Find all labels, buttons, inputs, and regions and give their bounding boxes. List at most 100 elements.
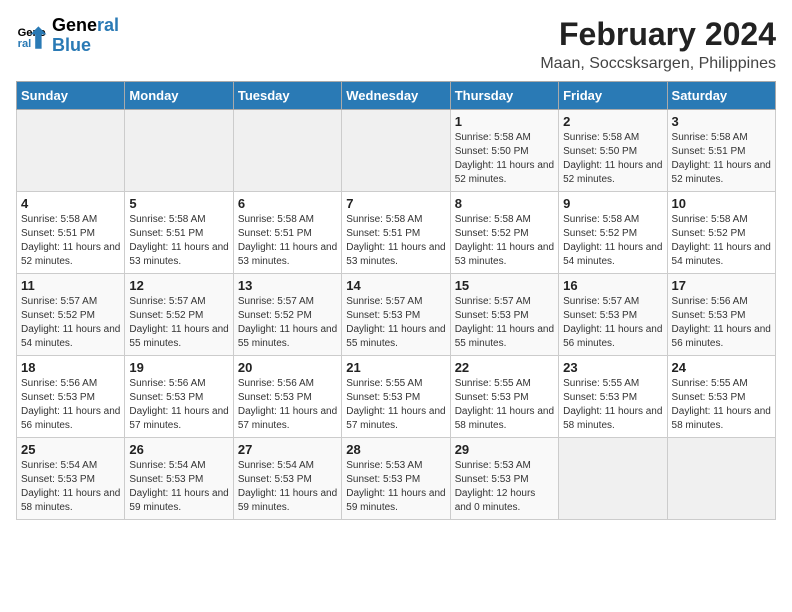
day-detail: Sunrise: 5:56 AMSunset: 5:53 PMDaylight:… [238, 377, 337, 433]
day-cell: 19Sunrise: 5:56 AMSunset: 5:53 PMDayligh… [125, 356, 233, 438]
day-cell: 5 Sunrise: 5:58 AMSunset: 5:51 PMDaylight… [125, 192, 233, 274]
svg-text:ral: ral [18, 38, 32, 50]
header-monday: Monday [125, 82, 233, 110]
day-cell: 26Sunrise: 5:54 AMSunset: 5:53 PMDayligh… [125, 438, 233, 520]
day-cell [17, 110, 125, 192]
day-detail: Sunrise: 5:55 AMSunset: 5:53 PMDaylight:… [346, 377, 445, 433]
day-detail: Sunrise: 5:54 AMSunset: 5:53 PMDaylight:… [238, 459, 337, 515]
day-detail: Sunrise: 5:57 AMSunset: 5:52 PMDaylight:… [21, 295, 120, 351]
day-detail: Sunrise: 5:53 AMSunset: 5:53 PMDaylight:… [346, 459, 445, 515]
day-number: 5 [129, 196, 228, 211]
day-number: 19 [129, 360, 228, 375]
day-number: 4 [21, 196, 120, 211]
day-cell [342, 110, 450, 192]
header-row: SundayMondayTuesdayWednesdayThursdayFrid… [17, 82, 776, 110]
day-cell: 13 Sunrise: 5:57 AMSunset: 5:52 PMDayligh… [233, 274, 341, 356]
week-row-5: 25 Sunrise: 5:54 AMSunset: 5:53 PMDayligh… [17, 438, 776, 520]
week-row-3: 11 Sunrise: 5:57 AMSunset: 5:52 PMDayligh… [17, 274, 776, 356]
day-cell: 23Sunrise: 5:55 AMSunset: 5:53 PMDayligh… [559, 356, 667, 438]
day-number: 13 [238, 278, 337, 293]
day-detail: Sunrise: 5:57 AMSunset: 5:53 PMDaylight:… [455, 295, 554, 351]
day-number: 11 [21, 278, 120, 293]
day-number: 28 [346, 442, 445, 457]
header-sunday: Sunday [17, 82, 125, 110]
day-detail: Sunrise: 5:58 AMSunset: 5:52 PMDaylight:… [563, 213, 662, 269]
day-number: 17 [672, 278, 771, 293]
day-number: 27 [238, 442, 337, 457]
day-cell: 11 Sunrise: 5:57 AMSunset: 5:52 PMDayligh… [17, 274, 125, 356]
day-detail: Sunrise: 5:58 AMSunset: 5:51 PMDaylight:… [129, 213, 228, 269]
logo: Gene ral General Blue [16, 16, 119, 56]
day-cell: 25 Sunrise: 5:54 AMSunset: 5:53 PMDayligh… [17, 438, 125, 520]
day-number: 25 [21, 442, 120, 457]
day-cell: 27 Sunrise: 5:54 AMSunset: 5:53 PMDayligh… [233, 438, 341, 520]
day-cell: 22 Sunrise: 5:55 AMSunset: 5:53 PMDayligh… [450, 356, 558, 438]
day-detail: Sunrise: 5:57 AMSunset: 5:53 PMDaylight:… [346, 295, 445, 351]
day-number: 22 [455, 360, 554, 375]
week-row-2: 4 Sunrise: 5:58 AMSunset: 5:51 PMDaylight… [17, 192, 776, 274]
week-row-4: 18 Sunrise: 5:56 AMSunset: 5:53 PMDayligh… [17, 356, 776, 438]
day-detail: Sunrise: 5:58 AMSunset: 5:50 PMDaylight:… [455, 131, 554, 187]
day-detail: Sunrise: 5:58 AMSunset: 5:51 PMDaylight:… [21, 213, 120, 269]
day-number: 6 [238, 196, 337, 211]
day-detail: Sunrise: 5:57 AMSunset: 5:52 PMDaylight:… [129, 295, 228, 351]
day-detail: Sunrise: 5:57 AMSunset: 5:52 PMDaylight:… [238, 295, 337, 351]
day-number: 1 [455, 114, 554, 129]
day-detail: Sunrise: 5:54 AMSunset: 5:53 PMDaylight:… [21, 459, 120, 515]
day-detail: Sunrise: 5:56 AMSunset: 5:53 PMDaylight:… [672, 295, 771, 351]
day-cell: 1 Sunrise: 5:58 AMSunset: 5:50 PMDaylight… [450, 110, 558, 192]
day-detail: Sunrise: 5:55 AMSunset: 5:53 PMDaylight:… [563, 377, 662, 433]
day-detail: Sunrise: 5:58 AMSunset: 5:51 PMDaylight:… [346, 213, 445, 269]
logo-text2: Blue [52, 36, 119, 56]
subtitle: Maan, Soccsksargen, Philippines [540, 55, 776, 73]
day-cell [559, 438, 667, 520]
day-number: 18 [21, 360, 120, 375]
day-cell: 29 Sunrise: 5:53 AMSunset: 5:53 PMDayligh… [450, 438, 558, 520]
day-number: 14 [346, 278, 445, 293]
logo-text: General [52, 16, 119, 36]
day-cell: 4 Sunrise: 5:58 AMSunset: 5:51 PMDaylight… [17, 192, 125, 274]
day-number: 24 [672, 360, 771, 375]
day-cell: 17 Sunrise: 5:56 AMSunset: 5:53 PMDayligh… [667, 274, 775, 356]
day-detail: Sunrise: 5:58 AMSunset: 5:52 PMDaylight:… [455, 213, 554, 269]
day-number: 20 [238, 360, 337, 375]
day-detail: Sunrise: 5:55 AMSunset: 5:53 PMDaylight:… [672, 377, 771, 433]
header-wednesday: Wednesday [342, 82, 450, 110]
day-number: 12 [129, 278, 228, 293]
day-number: 21 [346, 360, 445, 375]
day-cell: 18 Sunrise: 5:56 AMSunset: 5:53 PMDayligh… [17, 356, 125, 438]
day-cell: 14 Sunrise: 5:57 AMSunset: 5:53 PMDayligh… [342, 274, 450, 356]
day-number: 3 [672, 114, 771, 129]
day-cell: 7 Sunrise: 5:58 AMSunset: 5:51 PMDaylight… [342, 192, 450, 274]
page-header: Gene ral General Blue February 2024 Maan… [16, 16, 776, 73]
day-detail: Sunrise: 5:53 AMSunset: 5:53 PMDaylight:… [455, 459, 554, 515]
main-title: February 2024 [540, 16, 776, 53]
day-detail: Sunrise: 5:54 AMSunset: 5:53 PMDaylight:… [129, 459, 228, 515]
day-cell: 15 Sunrise: 5:57 AMSunset: 5:53 PMDayligh… [450, 274, 558, 356]
day-detail: Sunrise: 5:56 AMSunset: 5:53 PMDaylight:… [21, 377, 120, 433]
header-thursday: Thursday [450, 82, 558, 110]
day-cell: 28 Sunrise: 5:53 AMSunset: 5:53 PMDayligh… [342, 438, 450, 520]
day-cell [233, 110, 341, 192]
day-cell: 21 Sunrise: 5:55 AMSunset: 5:53 PMDayligh… [342, 356, 450, 438]
day-cell: 6Sunrise: 5:58 AMSunset: 5:51 PMDaylight… [233, 192, 341, 274]
day-number: 9 [563, 196, 662, 211]
day-cell: 24 Sunrise: 5:55 AMSunset: 5:53 PMDayligh… [667, 356, 775, 438]
day-number: 7 [346, 196, 445, 211]
header-friday: Friday [559, 82, 667, 110]
day-number: 2 [563, 114, 662, 129]
header-saturday: Saturday [667, 82, 775, 110]
day-cell [125, 110, 233, 192]
day-cell: 9 Sunrise: 5:58 AMSunset: 5:52 PMDaylight… [559, 192, 667, 274]
header-tuesday: Tuesday [233, 82, 341, 110]
day-detail: Sunrise: 5:55 AMSunset: 5:53 PMDaylight:… [455, 377, 554, 433]
day-number: 8 [455, 196, 554, 211]
day-number: 29 [455, 442, 554, 457]
day-number: 16 [563, 278, 662, 293]
day-cell: 2 Sunrise: 5:58 AMSunset: 5:50 PMDaylight… [559, 110, 667, 192]
title-area: February 2024 Maan, Soccsksargen, Philip… [540, 16, 776, 73]
day-cell [667, 438, 775, 520]
day-detail: Sunrise: 5:58 AMSunset: 5:50 PMDaylight:… [563, 131, 662, 187]
day-number: 15 [455, 278, 554, 293]
day-cell: 8 Sunrise: 5:58 AMSunset: 5:52 PMDaylight… [450, 192, 558, 274]
